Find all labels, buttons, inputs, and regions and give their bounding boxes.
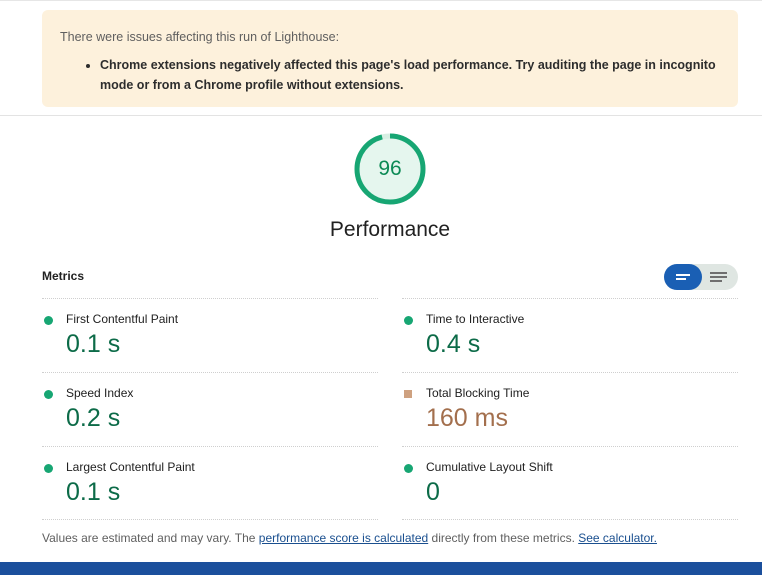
metric-time-to-interactive: Time to Interactive 0.4 s xyxy=(402,300,738,374)
metric-name: Largest Contentful Paint xyxy=(66,460,195,474)
metric-first-contentful-paint: First Contentful Paint 0.1 s xyxy=(42,300,378,374)
warning-title: There were issues affecting this run of … xyxy=(60,30,340,44)
footnote-prefix: Values are estimated and may vary. The xyxy=(42,531,259,545)
metrics-heading: Metrics xyxy=(42,269,85,283)
pass-indicator-icon xyxy=(404,464,413,473)
pass-indicator-icon xyxy=(44,464,53,473)
metrics-footnote: Values are estimated and may vary. The p… xyxy=(42,531,657,545)
metric-total-blocking-time: Total Blocking Time 160 ms xyxy=(402,374,738,448)
metric-name: First Contentful Paint xyxy=(66,312,179,326)
score-calculation-link[interactable]: performance score is calculated xyxy=(259,531,428,545)
metric-name: Speed Index xyxy=(66,386,134,400)
metric-value: 0.1 s xyxy=(66,330,121,358)
warning-list: Chrome extensions negatively affected th… xyxy=(60,55,720,95)
section-divider xyxy=(0,115,762,116)
metric-value: 0.2 s xyxy=(66,404,121,432)
lines-short-icon xyxy=(676,274,690,280)
metric-value: 160 ms xyxy=(426,404,508,432)
footnote-middle: directly from these metrics. xyxy=(428,531,579,545)
see-calculator-link[interactable]: See calculator. xyxy=(578,531,657,545)
top-divider xyxy=(0,0,762,1)
average-indicator-icon xyxy=(404,390,412,398)
metric-value: 0.4 s xyxy=(426,330,481,358)
pass-indicator-icon xyxy=(44,316,53,325)
pass-indicator-icon xyxy=(44,390,53,399)
metric-name: Total Blocking Time xyxy=(426,386,530,400)
warning-banner: There were issues affecting this run of … xyxy=(42,10,738,107)
metric-cumulative-layout-shift: Cumulative Layout Shift 0 xyxy=(402,448,738,522)
pass-indicator-icon xyxy=(404,316,413,325)
category-title: Performance xyxy=(329,218,451,241)
metric-largest-contentful-paint: Largest Contentful Paint 0.1 s xyxy=(42,448,378,522)
metric-name: Cumulative Layout Shift xyxy=(426,460,553,474)
toggle-details-button[interactable] xyxy=(702,264,738,290)
bottom-bar xyxy=(0,562,762,575)
metric-name: Time to Interactive xyxy=(426,312,525,326)
metric-separator xyxy=(402,298,738,299)
toggle-summary-button[interactable] xyxy=(664,264,702,290)
warning-item: Chrome extensions negatively affected th… xyxy=(100,55,720,95)
metric-speed-index: Speed Index 0.2 s xyxy=(42,374,378,448)
metrics-view-toggle[interactable] xyxy=(664,264,738,290)
metric-value: 0 xyxy=(426,478,440,506)
gauge-score: 96 xyxy=(378,157,402,180)
performance-gauge[interactable]: 96 xyxy=(353,132,427,206)
metric-separator xyxy=(42,298,378,299)
metric-value: 0.1 s xyxy=(66,478,121,506)
lines-long-icon xyxy=(710,272,727,282)
